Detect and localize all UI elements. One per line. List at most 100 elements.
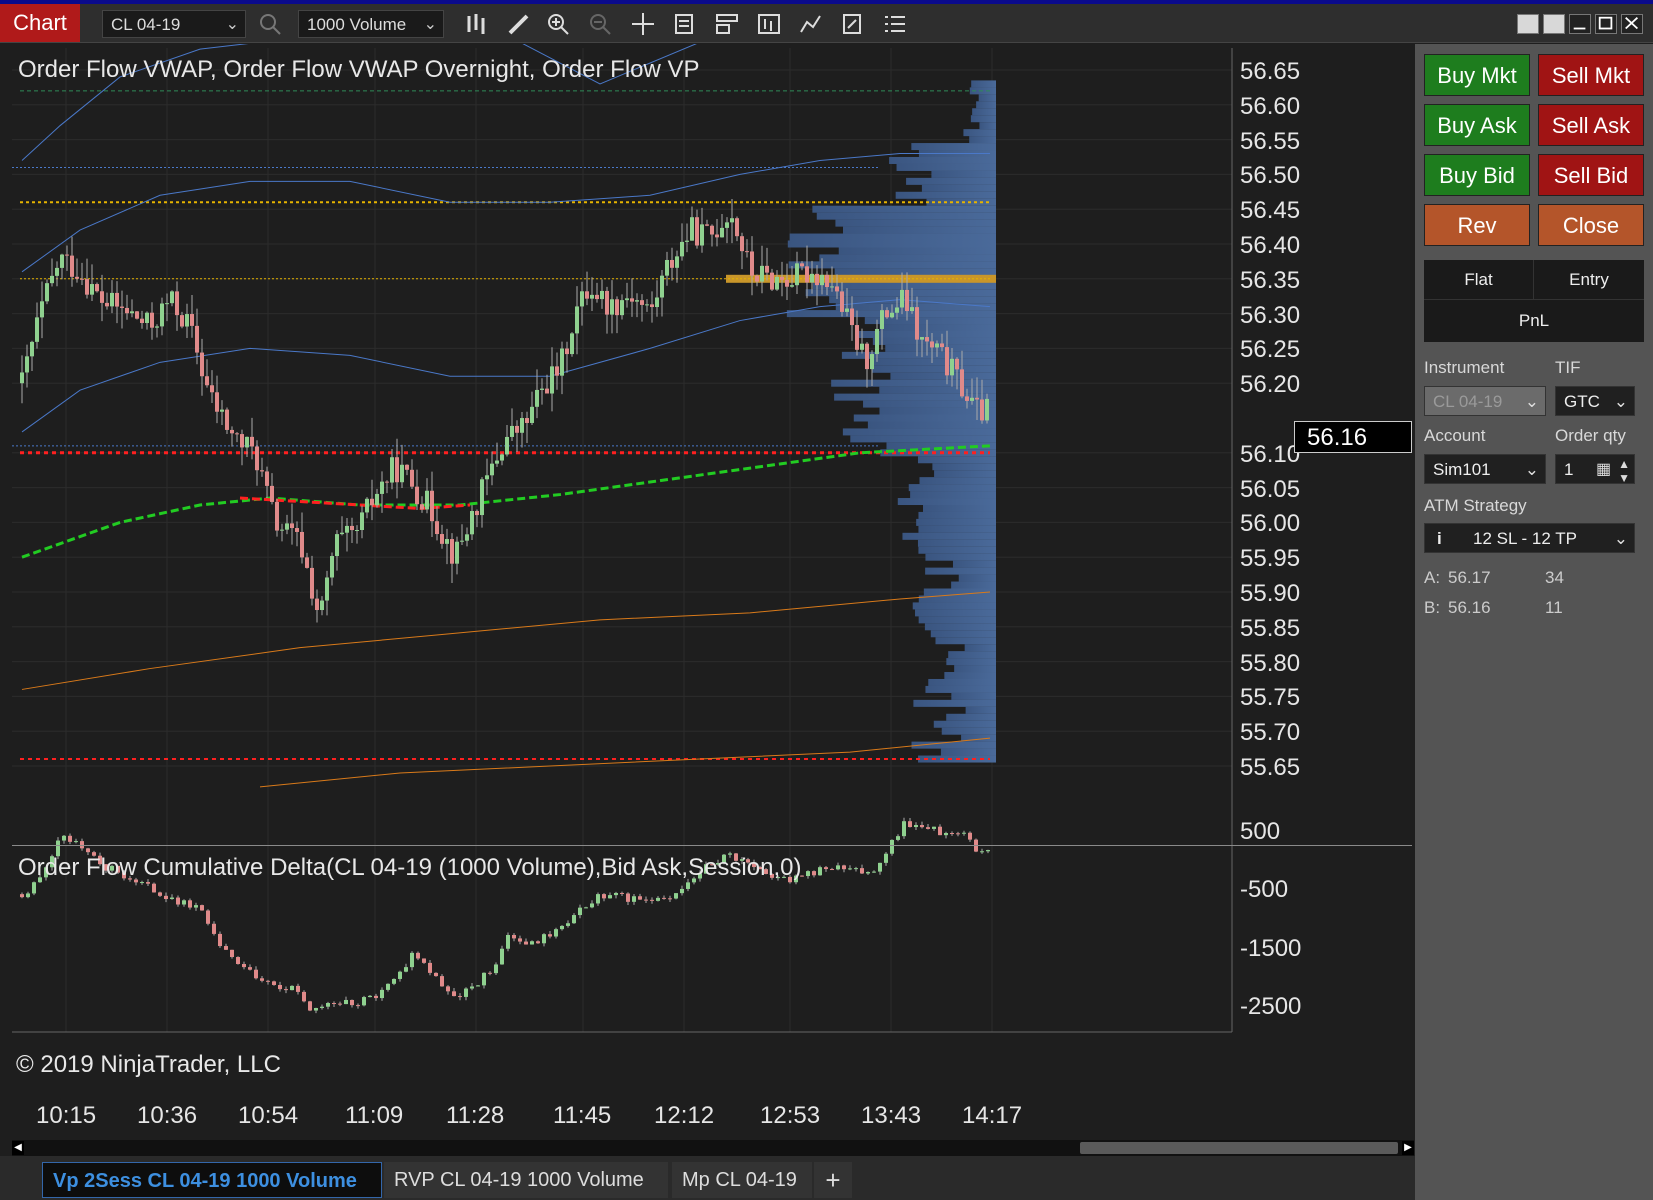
delta-candle-body (458, 996, 462, 998)
pin-icon[interactable] (1543, 14, 1565, 34)
tab-mp[interactable]: Mp CL 04-19 (672, 1162, 812, 1198)
drawing-tool-icon[interactable] (506, 12, 532, 36)
delta-candle-body (896, 836, 900, 840)
data-box-icon[interactable] (672, 12, 698, 36)
volume-profile-bar (850, 435, 996, 443)
close-position-button[interactable]: Close (1538, 204, 1644, 246)
strategies-icon[interactable] (798, 12, 824, 36)
price-candle-body (55, 267, 59, 276)
delta-candle-body (560, 925, 564, 930)
delta-candle-body (542, 934, 546, 944)
sell-bid-button[interactable]: Sell Bid (1538, 154, 1644, 196)
buy-ask-button[interactable]: Buy Ask (1424, 104, 1530, 146)
delta-candle-body (62, 835, 66, 841)
buy-bid-button[interactable]: Buy Bid (1424, 154, 1530, 196)
price-chart-canvas[interactable] (0, 44, 1415, 1140)
sell-ask-button[interactable]: Sell Ask (1538, 104, 1644, 146)
volume-profile-bar (916, 518, 996, 526)
time-axis-tick: 10:54 (238, 1102, 299, 1129)
ask-label: A: (1424, 568, 1441, 587)
scrollbar-thumb[interactable] (1080, 1142, 1398, 1154)
list-icon[interactable] (882, 12, 908, 36)
tab-vp-2sess[interactable]: Vp 2Sess CL 04-19 1000 Volume (42, 1162, 382, 1198)
crosshair-icon[interactable] (630, 12, 656, 36)
delta-candle-body (338, 1003, 342, 1005)
calculator-icon[interactable]: ▦ (1596, 455, 1611, 485)
time-axis-tick: 10:15 (36, 1102, 97, 1129)
scroll-right-icon[interactable]: ▶ (1402, 1141, 1414, 1155)
volume-profile-bar (906, 177, 996, 185)
delta-candle-body (368, 995, 372, 998)
price-candle-body (365, 498, 369, 513)
delta-candle-body (464, 988, 468, 997)
price-candle-body (185, 314, 189, 327)
atm-strategy-select[interactable]: i 12 SL - 12 TP ⌄ (1424, 523, 1635, 553)
delta-candle-body (266, 980, 270, 982)
price-candle-body (945, 347, 949, 376)
price-candle-body (455, 541, 459, 564)
price-candle-body (735, 218, 739, 237)
price-axis-tick: 55.65 (1240, 754, 1301, 781)
volume-profile-bar (842, 428, 996, 436)
interval-selector[interactable]: 1000 Volume ⌄ (298, 10, 444, 38)
price-axis-tick: 56.65 (1240, 58, 1301, 85)
delta-candle-body (518, 938, 522, 942)
zoom-out-icon[interactable] (588, 12, 614, 36)
instrument-selector[interactable]: CL 04-19 ⌄ (102, 10, 246, 38)
decrement-icon[interactable]: ▼ (1618, 463, 1630, 493)
link-icon[interactable] (1517, 14, 1539, 34)
buy-market-button[interactable]: Buy Mkt (1424, 54, 1530, 96)
zoom-in-icon[interactable] (546, 12, 572, 36)
minimize-icon[interactable] (1569, 14, 1591, 34)
tab-rvp[interactable]: RVP CL 04-19 1000 Volume (384, 1162, 668, 1198)
delta-candle-body (848, 868, 852, 870)
price-candle-body (820, 274, 824, 286)
templates-icon[interactable] (714, 12, 740, 36)
delta-candle-body (440, 976, 444, 987)
reverse-button[interactable]: Rev (1424, 204, 1530, 246)
panel-divider[interactable] (12, 845, 1412, 846)
delta-candle-body (74, 841, 78, 843)
delta-candle-body (536, 941, 540, 944)
scroll-left-icon[interactable]: ◀ (12, 1141, 24, 1155)
volume-profile-bar (918, 525, 996, 533)
price-candle-body (160, 303, 164, 327)
delta-candle-body (254, 969, 258, 979)
close-icon[interactable] (1621, 14, 1643, 34)
volume-profile-bar (910, 491, 996, 499)
properties-icon[interactable] (840, 12, 866, 36)
chevron-down-icon: ⌄ (1613, 392, 1628, 411)
price-candle-body (230, 429, 234, 434)
maximize-icon[interactable] (1595, 14, 1617, 34)
volume-profile-bar (970, 115, 996, 123)
time-axis-tick: 12:53 (760, 1102, 821, 1129)
price-candle-body (275, 501, 279, 531)
horizontal-scrollbar[interactable]: ◀ ▶ (12, 1140, 1414, 1156)
price-candle-body (560, 348, 564, 376)
chart-trader-icon[interactable] (756, 12, 782, 36)
delta-candle-body (326, 1002, 330, 1007)
tif-select[interactable]: GTC ⌄ (1555, 386, 1635, 416)
price-candle-body (290, 523, 294, 529)
volume-profile-bar (948, 651, 996, 659)
add-tab-button[interactable]: + (814, 1162, 852, 1198)
account-select[interactable]: Sim101 ⌄ (1424, 454, 1546, 484)
info-icon[interactable]: i (1437, 524, 1442, 554)
price-candle-body (765, 265, 769, 273)
volume-profile-bar (880, 449, 996, 457)
volume-profile-bar (913, 699, 996, 707)
price-candle-body (135, 311, 139, 319)
bar-type-icon[interactable] (464, 12, 490, 36)
search-icon[interactable] (258, 12, 284, 36)
price-candle-body (50, 275, 54, 284)
price-candle-body (670, 259, 674, 268)
order-qty-stepper[interactable]: 1 ▦ ▲ ▼ (1555, 454, 1635, 485)
sell-market-button[interactable]: Sell Mkt (1538, 54, 1644, 96)
volume-profile-bar (872, 337, 996, 345)
price-candle-body (895, 307, 899, 313)
chart-tab[interactable]: Chart (0, 4, 80, 42)
delta-candle-body (476, 985, 480, 987)
price-candle-body (775, 276, 779, 290)
price-axis-tick: 56.00 (1240, 510, 1301, 538)
volume-profile-bar (918, 616, 996, 624)
